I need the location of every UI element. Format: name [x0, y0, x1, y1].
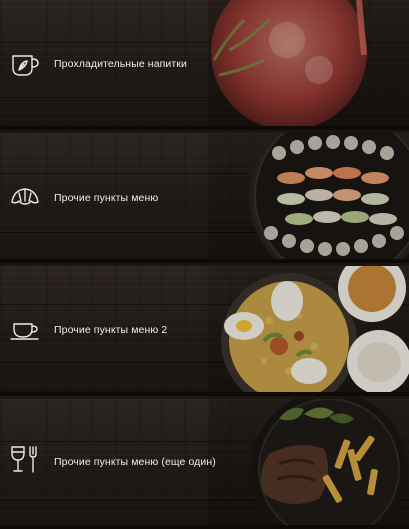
steak-salad-photo — [209, 399, 409, 529]
menu-item-drinks[interactable]: Прохладительные напитки — [0, 0, 409, 130]
rice-dish-photo — [209, 266, 409, 396]
tea-cup-icon — [10, 323, 39, 340]
menu-item-other-2[interactable]: Прочие пункты меню 2 — [0, 266, 409, 396]
menu-item-label: Прочие пункты меню — [54, 192, 159, 204]
drink-photo — [209, 0, 409, 130]
menu-item-label: Прочие пункты меню (еще один) — [54, 456, 216, 468]
menu-item-label: Прочие пункты меню 2 — [54, 324, 168, 336]
menu-item-other[interactable]: Прочие пункты меню — [0, 133, 409, 263]
croissant-icon — [11, 188, 39, 205]
sushi-photo — [209, 133, 409, 263]
coffee-cup-leaf-icon — [12, 55, 39, 76]
wine-glass-fork-icon — [11, 446, 37, 473]
menu-item-label: Прохладительные напитки — [54, 58, 187, 70]
category-menu: Прохладительные напитки Прочие пункты ме… — [0, 0, 409, 529]
menu-item-other-another[interactable]: Прочие пункты меню (еще один) — [0, 399, 409, 529]
